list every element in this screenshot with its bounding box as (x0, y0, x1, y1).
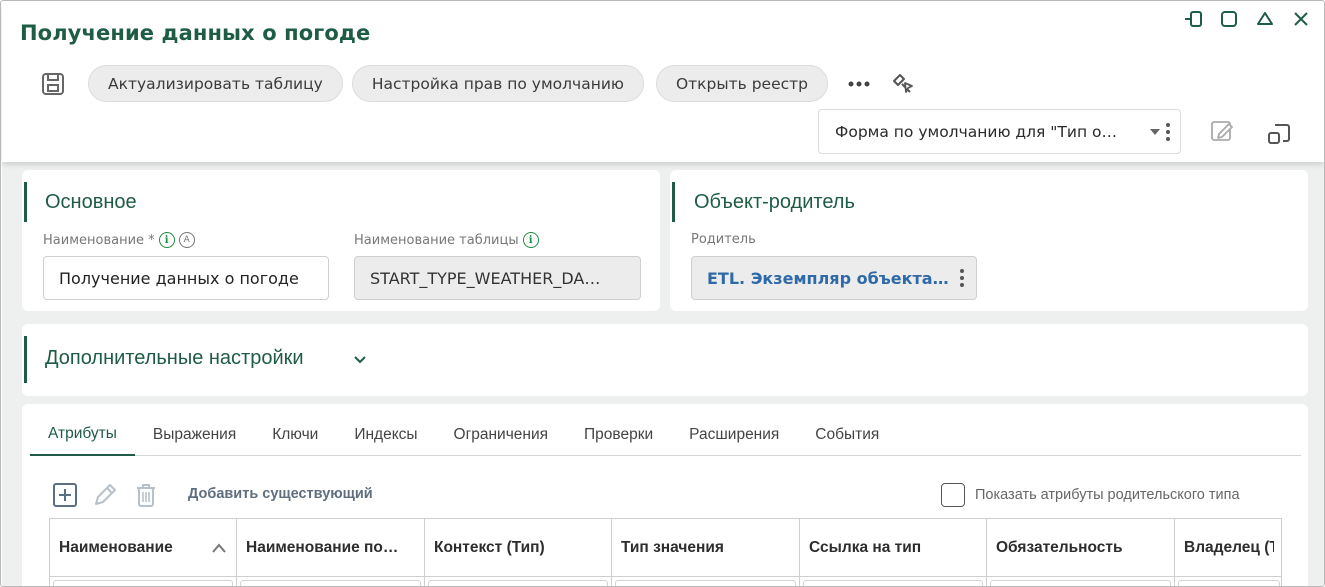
sort-ascending-icon[interactable] (211, 542, 227, 554)
delete-icon[interactable] (133, 481, 159, 509)
column-header-value-type[interactable]: Тип значения (612, 519, 800, 577)
default-rights-button[interactable]: Настройка прав по умолчанию (351, 65, 644, 102)
column-header-label: Тип значения (621, 539, 724, 556)
name-field-label: Наименование * i A (43, 232, 195, 248)
pin-icon[interactable] (1182, 8, 1204, 30)
table-header: Наименование Наименование по… Контекст (… (50, 519, 1281, 577)
more-vertical-icon[interactable] (1166, 122, 1170, 141)
tab-bar: Атрибуты Выражения Ключи Индексы Огранич… (30, 414, 1301, 456)
info-icon[interactable]: i (522, 232, 539, 248)
parent-label-text: Родитель (691, 232, 756, 247)
more-horizontal-icon[interactable] (844, 69, 874, 99)
section-accent-bar (24, 182, 27, 222)
info-icon[interactable]: i (158, 232, 175, 248)
tab-indexes[interactable]: Индексы (336, 414, 435, 456)
grid-toolbar (51, 481, 159, 509)
filter-cell[interactable] (987, 577, 1175, 586)
column-header-context[interactable]: Контекст (Тип) (425, 519, 612, 577)
add-existing-button[interactable]: Добавить существующий (188, 486, 373, 502)
name-input-value: Получение данных о погоде (59, 268, 299, 288)
add-icon[interactable] (51, 481, 79, 509)
column-header-name[interactable]: Наименование (50, 519, 237, 577)
column-header-label: Контекст (Тип) (434, 539, 545, 556)
table-name-label-text: Наименование таблицы (354, 232, 519, 248)
restore-window-icon[interactable] (1264, 119, 1294, 149)
more-vertical-icon[interactable] (960, 269, 964, 287)
tab-expressions[interactable]: Выражения (135, 414, 254, 456)
show-parent-attrs-toggle[interactable]: Показать атрибуты родительского типа (941, 483, 1240, 507)
form-selector-value: Форма по умолчанию для "Тип о… (835, 122, 1118, 141)
column-header-owner[interactable]: Владелец (Т (1175, 519, 1281, 577)
chevron-down-icon[interactable] (352, 351, 368, 371)
column-header-label: Ссылка на тип (809, 539, 922, 556)
parent-section: Объект-родитель Родитель ETL. Экземпляр … (670, 170, 1308, 311)
attributes-table: Наименование Наименование по… Контекст (… (49, 518, 1282, 586)
tab-keys[interactable]: Ключи (254, 414, 336, 456)
column-header-required[interactable]: Обязательность (987, 519, 1175, 577)
save-icon[interactable] (38, 69, 68, 99)
extra-settings-section[interactable]: Дополнительные настройки (22, 324, 1308, 396)
filter-cell[interactable] (425, 577, 612, 586)
section-accent-bar (24, 336, 27, 383)
column-header-label: Обязательность (996, 539, 1123, 556)
filter-cell[interactable] (1175, 577, 1281, 586)
link-cursor-icon[interactable] (888, 69, 918, 99)
window-controls (1182, 8, 1312, 30)
parent-section-title: Объект-родитель (694, 191, 855, 213)
show-parent-attrs-checkbox[interactable] (941, 483, 965, 507)
filter-cell[interactable] (50, 577, 237, 586)
extra-settings-title[interactable]: Дополнительные настройки (45, 347, 304, 370)
toolbar: Актуализировать таблицу Настройка прав п… (38, 65, 918, 102)
filter-cell[interactable] (612, 577, 800, 586)
chevron-down-icon (1150, 128, 1160, 135)
tab-extensions[interactable]: Расширения (671, 414, 797, 456)
section-accent-bar (672, 182, 675, 222)
column-header-display-name[interactable]: Наименование по… (237, 519, 425, 577)
parent-input[interactable]: ETL. Экземпляр объекта … (691, 256, 977, 300)
main-section: Основное Наименование * i A Получение да… (22, 170, 660, 311)
column-header-type-ref[interactable]: Ссылка на тип (800, 519, 987, 577)
filter-row (50, 577, 1281, 586)
table-name-input[interactable]: START_TYPE_WEATHER_DA… (354, 256, 641, 300)
edit-form-icon[interactable] (1207, 116, 1237, 146)
auto-translate-icon[interactable]: A (178, 232, 195, 248)
tab-attributes[interactable]: Атрибуты (30, 414, 135, 456)
window: Получение данных о погоде Актуализироват… (0, 0, 1325, 587)
main-section-title: Основное (45, 191, 137, 213)
tab-events[interactable]: События (797, 414, 897, 456)
page-title: Получение данных о погоде (20, 21, 371, 45)
open-registry-button[interactable]: Открыть реестр (655, 65, 829, 102)
column-header-label: Наименование (59, 539, 173, 556)
form-selector[interactable]: Форма по умолчанию для "Тип о… (818, 109, 1181, 154)
column-header-label: Наименование по… (246, 539, 399, 556)
filter-cell[interactable] (237, 577, 425, 586)
name-input[interactable]: Получение данных о погоде (43, 256, 329, 300)
collapse-icon[interactable] (1254, 8, 1276, 30)
refresh-table-button[interactable]: Актуализировать таблицу (88, 65, 343, 102)
parent-field-label: Родитель (691, 232, 756, 247)
edit-icon[interactable] (91, 481, 119, 509)
window-header: Получение данных о погоде Актуализироват… (2, 2, 1324, 162)
show-parent-attrs-label: Показать атрибуты родительского типа (975, 487, 1240, 503)
table-name-field-label: Наименование таблицы i (354, 232, 539, 248)
parent-link[interactable]: ETL. Экземпляр объекта … (707, 269, 954, 288)
maximize-icon[interactable] (1218, 8, 1240, 30)
tab-checks[interactable]: Проверки (566, 414, 671, 456)
close-icon[interactable] (1290, 8, 1312, 30)
tab-constraints[interactable]: Ограничения (436, 414, 566, 456)
filter-cell[interactable] (800, 577, 987, 586)
name-label-text: Наименование * (43, 232, 155, 248)
column-header-label: Владелец (Т (1184, 539, 1274, 556)
table-name-input-value: START_TYPE_WEATHER_DA… (370, 268, 601, 288)
